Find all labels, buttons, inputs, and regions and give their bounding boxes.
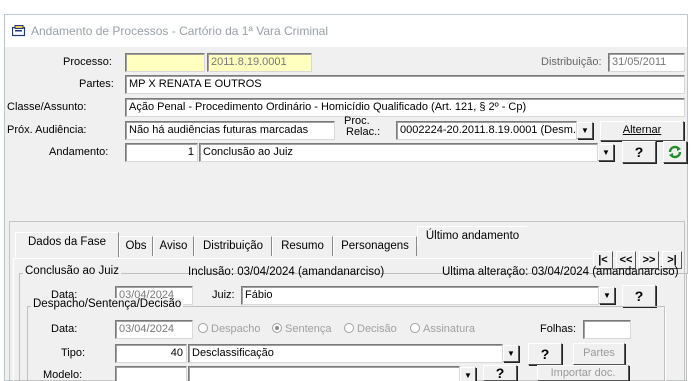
- alternar-label: Alternar: [622, 124, 662, 136]
- andamento-number-field[interactable]: 1: [125, 143, 198, 162]
- distribuicao-field[interactable]: 31/05/2011: [608, 53, 685, 72]
- juiz-dropdown-icon[interactable]: ▼: [599, 287, 615, 304]
- audiencia-label: Próx. Audiência:: [7, 124, 87, 136]
- despacho-data-label: Data:: [51, 323, 78, 335]
- partes-button[interactable]: Partes: [573, 343, 625, 365]
- radio-assinatura-label: Assinatura: [423, 323, 475, 335]
- tab-ultimo-andamento[interactable]: Último andamento: [417, 226, 527, 246]
- classe-field[interactable]: Ação Penal - Procedimento Ordinário - Ho…: [125, 98, 685, 117]
- folhas-label: Folhas:: [540, 323, 577, 335]
- andamento-help-button[interactable]: ?: [622, 141, 656, 163]
- refresh-button[interactable]: [663, 141, 687, 163]
- tab-resumo[interactable]: Resumo: [272, 236, 333, 256]
- radio-sentenca-label: Sentença: [285, 323, 332, 335]
- audiencia-field[interactable]: Não há audiências futuras marcadas: [125, 121, 335, 140]
- tab-obs[interactable]: Obs: [119, 236, 153, 256]
- juiz-label: Juiz:: [212, 289, 235, 301]
- modelo-help-button[interactable]: ?: [483, 365, 517, 381]
- proc-relac-label: Proc. Relac.:: [344, 116, 380, 138]
- tipo-dropdown-icon[interactable]: ▼: [503, 345, 519, 362]
- andamento-label: Andamento:: [49, 146, 109, 158]
- modelo-number-field[interactable]: [115, 366, 187, 381]
- partes-label: Partes:: [79, 78, 114, 90]
- tipo-number-field[interactable]: 40: [115, 344, 187, 363]
- radio-despacho-dot: [198, 323, 208, 333]
- tab-distribuicao[interactable]: Distribuição: [194, 236, 272, 256]
- importar-doc-button[interactable]: Importar doc.: [537, 365, 629, 381]
- juiz-select[interactable]: Fábio: [241, 286, 599, 305]
- refresh-icon: [668, 145, 682, 159]
- main-window: Andamento de Processos - Cartório da 1ª …: [4, 14, 688, 381]
- radio-despacho-label: Despacho: [211, 323, 261, 335]
- processo-number-field[interactable]: 2011.8.19.0001: [207, 53, 312, 72]
- modelo-dropdown-icon[interactable]: ▼: [460, 367, 476, 381]
- radio-assinatura[interactable]: Assinatura: [410, 323, 475, 335]
- radio-sentenca[interactable]: Sentença: [272, 323, 331, 335]
- radio-decisao-dot: [344, 323, 354, 333]
- proc-relac-select[interactable]: 0002224-20.2011.8.19.0001 (Desm.c: [396, 121, 577, 140]
- ultima-alteracao-text: Última alteração: 03/04/2024 (amandanarc…: [442, 266, 679, 278]
- radio-despacho[interactable]: Despacho: [198, 323, 261, 335]
- tab-dados-da-fase[interactable]: Dados da Fase: [15, 232, 119, 257]
- radio-decisao[interactable]: Decisão: [344, 323, 397, 335]
- radio-decisao-label: Decisão: [357, 323, 397, 335]
- processo-prefix-field[interactable]: [125, 53, 205, 72]
- andamento-dropdown-icon[interactable]: ▼: [598, 144, 614, 161]
- fase-group-title: Conclusão ao Juiz: [23, 265, 121, 277]
- title-bar: Andamento de Processos - Cartório da 1ª …: [5, 15, 687, 47]
- radio-sentenca-dot: [272, 323, 282, 333]
- app-icon: [12, 25, 26, 37]
- proc-relac-dropdown-icon[interactable]: ▼: [577, 122, 593, 139]
- tipo-label: Tipo:: [61, 347, 86, 359]
- modelo-select[interactable]: [188, 366, 460, 381]
- processo-label: Processo:: [63, 56, 112, 68]
- window-title: Andamento de Processos - Cartório da 1ª …: [31, 24, 329, 38]
- inclusao-text: Inclusão: 03/04/2024 (amandanarciso): [188, 266, 385, 278]
- distribuicao-label: Distribuição:: [541, 56, 602, 68]
- andamento-select[interactable]: Conclusão ao Juiz: [199, 143, 598, 162]
- tab-personagens[interactable]: Personagens: [333, 236, 417, 256]
- folhas-field[interactable]: [583, 320, 631, 339]
- partes-field[interactable]: MP X RENATA E OUTROS: [125, 75, 685, 94]
- tab-aviso[interactable]: Aviso: [153, 236, 194, 256]
- proc-relac-label-line2: Relac.:: [346, 126, 381, 138]
- despacho-data-field[interactable]: 03/04/2024: [115, 320, 193, 339]
- tipo-select[interactable]: Desclassificação: [188, 344, 503, 363]
- modelo-label: Modelo:: [43, 369, 83, 381]
- radio-assinatura-dot: [410, 323, 420, 333]
- alternar-button[interactable]: Alternar: [600, 121, 684, 141]
- classe-label: Classe/Assunto:: [7, 101, 87, 113]
- juiz-help-button[interactable]: ?: [622, 285, 656, 307]
- despacho-group-title: Despacho/Sentença/Decisão: [31, 298, 184, 310]
- tipo-help-button[interactable]: ?: [528, 343, 562, 365]
